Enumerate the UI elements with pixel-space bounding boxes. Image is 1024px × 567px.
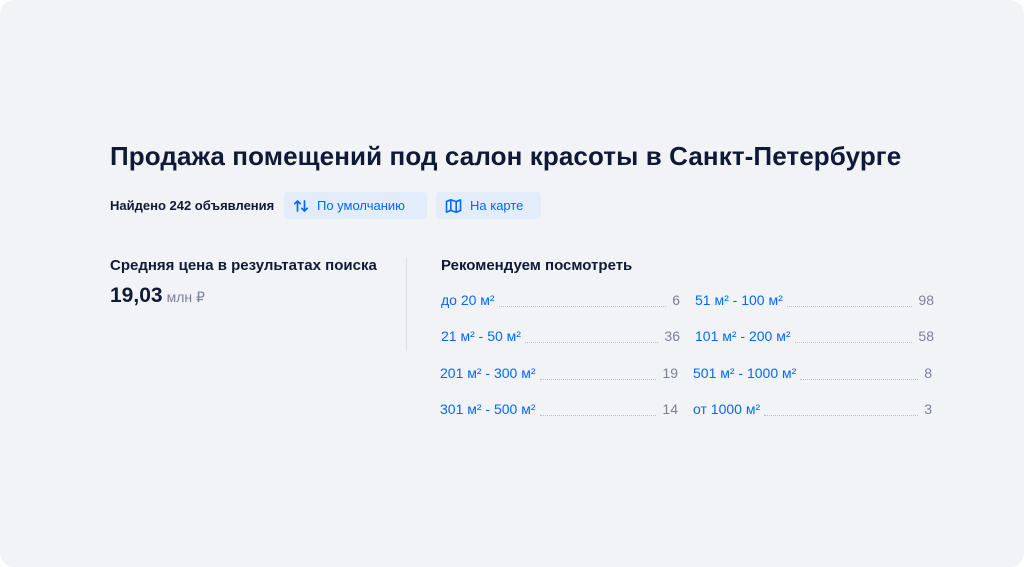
average-price-value: 19,03: [110, 284, 163, 307]
recommendation-item[interactable]: 301 м² - 500 м² 14: [440, 401, 678, 421]
content-panel: Продажа помещений под салон красоты в Са…: [0, 0, 1024, 567]
recommendation-link[interactable]: 501 м² - 1000 м²: [693, 365, 796, 381]
dotted-leader: [794, 341, 913, 343]
recommendation-item[interactable]: 101 м² - 200 м² 58: [695, 328, 934, 348]
dotted-leader: [498, 305, 667, 307]
recommendation-link[interactable]: 301 м² - 500 м²: [440, 401, 536, 417]
sort-button[interactable]: По умолчанию: [284, 192, 427, 219]
recommendation-item[interactable]: 501 м² - 1000 м² 8: [693, 365, 932, 385]
recommendation-count: 58: [918, 328, 934, 344]
map-button-label: На карте: [470, 198, 524, 213]
dotted-leader: [524, 341, 659, 343]
recommendation-count: 6: [672, 292, 680, 308]
recommendation-link[interactable]: 101 м² - 200 м²: [695, 328, 791, 344]
dotted-leader: [800, 378, 919, 380]
map-button[interactable]: На карте: [436, 192, 541, 219]
dotted-leader: [539, 414, 657, 416]
recommendation-count: 3: [924, 401, 932, 417]
recommendation-count: 8: [924, 365, 932, 381]
recommendation-item[interactable]: 51 м² - 100 м² 98: [695, 292, 934, 312]
column-divider: [406, 258, 407, 351]
dotted-leader: [539, 378, 657, 380]
average-price: 19,03 млн ₽: [110, 284, 205, 308]
recommendation-link[interactable]: до 20 м²: [441, 292, 495, 308]
recommendation-link[interactable]: от 1000 м²: [693, 401, 760, 417]
recommendation-count: 14: [662, 401, 678, 417]
recommendation-link[interactable]: 201 м² - 300 м²: [440, 365, 536, 381]
recommendation-item[interactable]: 21 м² - 50 м² 36: [441, 328, 680, 348]
recommendation-count: 98: [918, 292, 934, 308]
sort-button-label: По умолчанию: [317, 198, 405, 213]
results-count: Найдено 242 объявления: [110, 198, 275, 213]
recommendation-link[interactable]: 51 м² - 100 м²: [695, 292, 783, 308]
page-title: Продажа помещений под салон красоты в Са…: [110, 141, 902, 171]
recommendation-item[interactable]: 201 м² - 300 м² 19: [440, 365, 678, 385]
recommendation-count: 19: [662, 365, 678, 381]
map-icon: [445, 198, 462, 213]
dotted-leader: [786, 305, 913, 307]
recommendation-count: 36: [664, 328, 680, 344]
average-price-label: Средняя цена в результатах поиска: [110, 257, 377, 274]
recommendation-item[interactable]: до 20 м² 6: [441, 292, 680, 312]
recommendation-link[interactable]: 21 м² - 50 м²: [441, 328, 521, 344]
recommendations-title: Рекомендуем посмотреть: [441, 257, 633, 274]
dotted-leader: [764, 414, 919, 416]
average-price-unit: млн ₽: [166, 289, 205, 305]
recommendation-item[interactable]: от 1000 м² 3: [693, 401, 932, 421]
sort-arrows-icon: [293, 199, 309, 212]
